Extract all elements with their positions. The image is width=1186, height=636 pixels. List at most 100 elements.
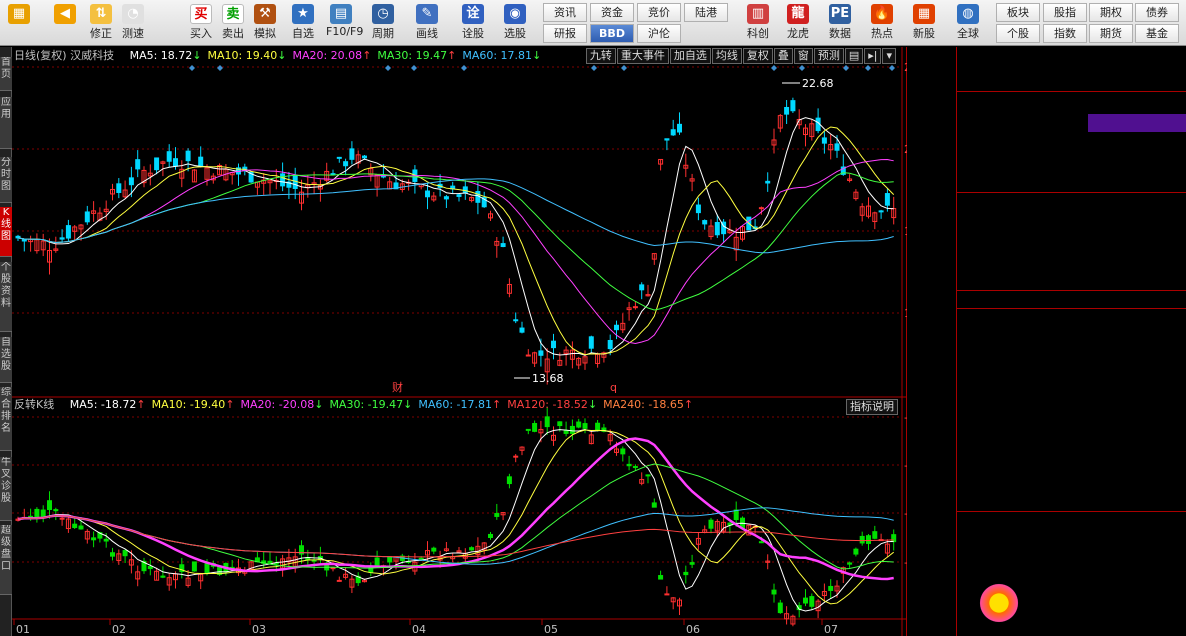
event-marker[interactable] [385,65,391,71]
lower-candle [563,430,569,434]
kline-svg[interactable]: 23.18 20.68 18.18 15.68 -13.68 -15.91 -18.18 -2… [12,47,907,636]
event-marker[interactable] [461,65,467,71]
lower-candle [47,500,52,511]
left-tab-6[interactable]: 综合排名 [0,387,12,451]
chart-button-0[interactable]: 九转 [585,48,616,64]
toolbar-button-0[interactable]: 资讯 [543,3,587,22]
buy-row[interactable] [957,229,1186,248]
wizard-item[interactable] [959,563,1186,578]
toolbar-自选[interactable]: ★ 自选 [288,2,318,44]
toolbar-F10/F9[interactable]: ▤ F10/F9 [326,2,363,44]
buy-row[interactable] [957,247,1186,266]
toolbar-新股[interactable]: ▦ 新股 [906,2,942,44]
wizard-item[interactable] [959,547,1186,562]
event-marker[interactable] [621,65,627,71]
toolbar-back-arrow-icon[interactable]: ◀ [50,2,80,44]
event-marker[interactable] [799,65,805,71]
event-marker[interactable] [189,65,195,71]
toolbar-right-2[interactable]: 期权 [1089,3,1133,22]
toolbar-button-3[interactable]: 陆港 [684,3,728,22]
upper-candle [84,211,90,223]
chart-button-6[interactable]: 窗 [793,48,813,64]
chevron-down-icon[interactable]: ▾ [882,48,896,64]
notice-row[interactable] [957,290,1186,309]
upper-candle [632,306,638,309]
left-tab-4[interactable]: 个股资料 [0,262,12,332]
gear-icon[interactable]: ▤ [844,48,864,64]
toolbar-grid-icon[interactable]: ▦ [4,2,34,44]
finance-marker[interactable]: 财 [392,380,403,394]
sell-row[interactable] [957,165,1186,184]
toolbar-选股[interactable]: ◉ 选股 [500,2,530,44]
quote-panel [956,47,1186,636]
toolbar-模拟[interactable]: ⚒ 模拟 [250,2,280,44]
buy-row[interactable] [957,194,1186,213]
upper-candle [135,159,141,170]
toolbar-龙虎[interactable]: 龍龙虎 [780,2,816,44]
toolbar-测速[interactable]: ◔ 测速 [118,2,148,44]
pin-icon[interactable]: ▸| [864,48,882,64]
indicator-help-button[interactable]: 指标说明 [846,399,898,415]
toolbar-周期[interactable]: ◷ 周期 [368,2,398,44]
toolbar-卖出[interactable]: 卖卖出 [218,2,248,44]
toolbar-right-b1[interactable]: 指数 [1043,24,1087,43]
toolbar-right-3[interactable]: 债券 [1135,3,1179,22]
chart-button-5[interactable]: 叠 [773,48,793,64]
toolbar-label: 热点 [871,27,893,40]
left-tab-2[interactable]: 分时图 [0,157,12,203]
event-marker[interactable] [889,65,895,71]
toolbar-button-2[interactable]: 竞价 [637,3,681,22]
y-tick: -18.18 [904,507,907,520]
toolbar-label: 买入 [190,27,212,40]
toolbar-button-b1[interactable]: BBD [590,24,634,43]
toolbar-right-1[interactable]: 股指 [1043,3,1087,22]
toolbar-数据[interactable]: PE 数据 [822,2,858,44]
event-marker[interactable] [411,65,417,71]
buy-row[interactable] [957,212,1186,231]
toolbar-right-0[interactable]: 板块 [996,3,1040,22]
left-tab-0[interactable]: 首页 [0,57,12,91]
chart-button-7[interactable]: 预测 [813,48,844,64]
sell-row[interactable] [957,130,1186,149]
toolbar-全球[interactable]: ◍ 全球 [950,2,986,44]
y-tick: 15.68 [904,307,907,320]
left-tab-7[interactable]: 牛叉诊股 [0,457,12,521]
event-marker[interactable] [217,65,223,71]
event-marker[interactable] [865,65,871,71]
toolbar-买入[interactable]: 买买入 [186,2,216,44]
lower-candle [544,416,550,428]
toolbar-button-b2[interactable]: 沪伦 [637,24,681,43]
chart-button-2[interactable]: 加自选 [669,48,711,64]
event-marker[interactable] [771,65,777,71]
quote-icon: 诠 [462,4,484,24]
lower-candle [891,534,897,543]
chart-button-3[interactable]: 均线 [711,48,742,64]
buy-row[interactable] [957,264,1186,283]
toolbar-画线[interactable]: ✎ 画线 [412,2,442,44]
toolbar-修正[interactable]: ⇅ 修正 [86,2,116,44]
toolbar-right-b3[interactable]: 基金 [1135,24,1179,43]
pe-icon: PE [829,4,851,24]
event-marker[interactable] [591,65,597,71]
sell-row[interactable] [957,113,1186,132]
sell-row[interactable] [957,95,1186,114]
ma-legend-item: MA120: -18.52↓ [507,398,597,411]
left-tab-1[interactable]: 应用 [0,97,12,149]
toolbar-button-1[interactable]: 资金 [590,3,634,22]
left-tab-8[interactable]: 超级盘口 [0,525,12,595]
chart-button-4[interactable]: 复权 [742,48,773,64]
toolbar-right-b0[interactable]: 个股 [996,24,1040,43]
wizard-item[interactable] [959,531,1186,546]
toolbar-科创[interactable]: ▥ 科创 [740,2,776,44]
q-marker[interactable]: q [610,381,617,394]
toolbar-热点[interactable]: 🔥 热点 [864,2,900,44]
chart-button-1[interactable]: 重大事件 [616,48,669,64]
toolbar-诠股[interactable]: 诠诠股 [458,2,488,44]
left-tab-3[interactable]: K线图 [0,207,12,257]
toolbar-right-b2[interactable]: 期货 [1089,24,1133,43]
sell-row[interactable] [957,148,1186,167]
event-marker[interactable] [843,65,849,71]
toolbar-button-b0[interactable]: 研报 [543,24,587,43]
left-tab-5[interactable]: 自选股 [0,337,12,383]
lower-candle [866,535,871,544]
